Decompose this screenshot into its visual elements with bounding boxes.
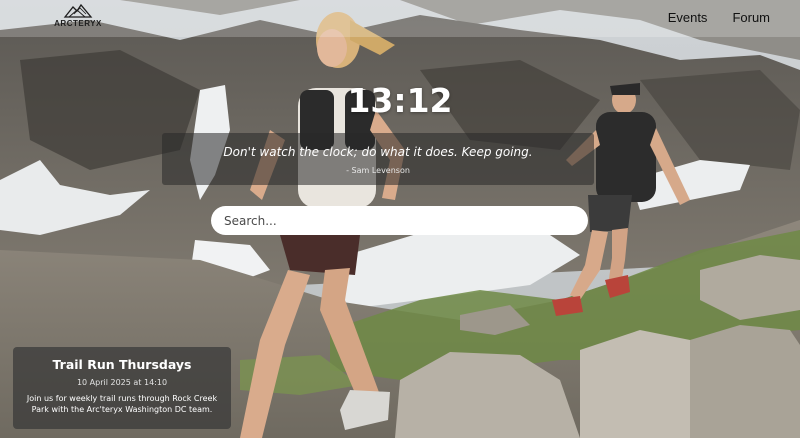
- brand-name: ARCTERYX: [54, 19, 102, 28]
- main-nav: Events Forum: [668, 10, 770, 25]
- event-date: 10 April 2025 at 14:10: [76, 378, 168, 387]
- page: ARCTERYX Events Forum 13:12 Don't watch …: [0, 0, 800, 438]
- search-input[interactable]: [211, 206, 588, 235]
- quote-text: Don't watch the clock; do what it does. …: [223, 145, 533, 159]
- nav-link-forum[interactable]: Forum: [732, 10, 770, 25]
- nav-link-events[interactable]: Events: [668, 10, 708, 25]
- quote-author: - Sam Levenson: [346, 166, 410, 175]
- event-title: Trail Run Thursdays: [52, 357, 192, 372]
- event-description: Join us for weekly trail runs through Ro…: [26, 394, 218, 414]
- top-nav-bar: ARCTERYX Events Forum: [0, 0, 800, 37]
- brand-logo[interactable]: ARCTERYX: [52, 2, 104, 34]
- clock-display: 13:12: [347, 81, 453, 120]
- quote-box: Don't watch the clock; do what it does. …: [162, 133, 594, 185]
- event-card[interactable]: Trail Run Thursdays 10 April 2025 at 14:…: [13, 347, 231, 429]
- arcteryx-logo-icon: [63, 3, 93, 18]
